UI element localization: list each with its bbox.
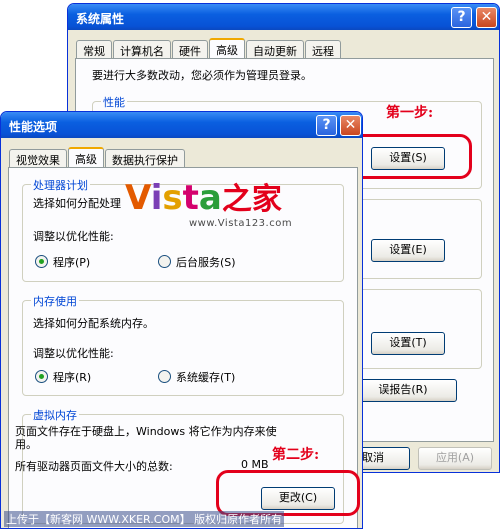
step-one-label: 第一步: [386, 105, 434, 121]
system-cache-label[interactable]: 系统缓存(T) [176, 369, 235, 385]
performance-options-window: 性能选项 ? ✕ 视觉效果 高级 数据执行保护 处理器计划 选择如何分配处理 调… [0, 111, 363, 529]
vista-watermark-logo: Vista之家 www.Vista123.com [125, 180, 305, 240]
error-report-button[interactable]: 误报告(R) [349, 379, 457, 402]
virtual-memory-label: 虚拟内存 [31, 407, 79, 423]
vm-desc-line2: 用。 [15, 438, 37, 451]
adjust-label: 调整以优化性能: [33, 230, 114, 243]
step-two-label: 第二步: [272, 447, 320, 463]
memory-desc: 选择如何分配系统内存。 [33, 317, 154, 330]
startup-settings-button[interactable]: 设置(T) [371, 332, 445, 355]
system-cache-radio[interactable] [158, 370, 171, 383]
background-services-radio[interactable] [158, 255, 171, 268]
watermark-url: www.Vista123.com [189, 218, 293, 229]
processor-desc: 选择如何分配处理 [33, 197, 121, 210]
performance-group-label: 性能 [101, 94, 127, 110]
programs-radio-label[interactable]: 程序(P) [53, 254, 90, 270]
background-services-label[interactable]: 后台服务(S) [176, 254, 236, 270]
profiles-settings-button[interactable]: 设置(E) [371, 239, 445, 262]
programs-radio[interactable] [35, 255, 48, 268]
help-icon[interactable]: ? [451, 7, 472, 28]
memory-usage-group: 内存使用 选择如何分配系统内存。 调整以优化性能: 程序(R) 系统缓存(T) [22, 293, 344, 396]
window-title: 性能选项 [9, 120, 58, 134]
close-icon[interactable]: ✕ [476, 7, 497, 28]
window-title: 系统属性 [76, 12, 125, 26]
apply-button[interactable]: 应用(A) [418, 447, 492, 470]
admin-note: 要进行大多数改动，您必须作为管理员登录。 [92, 69, 312, 82]
upload-footer: 上传于【新客网 WWW.XKER.COM】 版权归原作者所有 [4, 511, 285, 527]
performance-options-titlebar[interactable]: 性能选项 [1, 112, 362, 138]
programs-memory-label[interactable]: 程序(R) [53, 369, 91, 385]
vm-desc-line1: 页面文件存在于硬盘上，Windows 将它作为内存来使 [15, 425, 277, 438]
vm-total-label: 所有驱动器页面文件大小的总数: [15, 460, 173, 473]
memory-usage-label: 内存使用 [31, 293, 79, 309]
system-properties-titlebar[interactable]: 系统属性 [68, 4, 499, 30]
close-icon[interactable]: ✕ [340, 115, 361, 136]
help-icon[interactable]: ? [316, 115, 337, 136]
adjust-label-2: 调整以优化性能: [33, 347, 114, 360]
processor-scheduling-label: 处理器计划 [31, 177, 90, 193]
programs-memory-radio[interactable] [35, 370, 48, 383]
step-two-highlight [216, 470, 360, 516]
